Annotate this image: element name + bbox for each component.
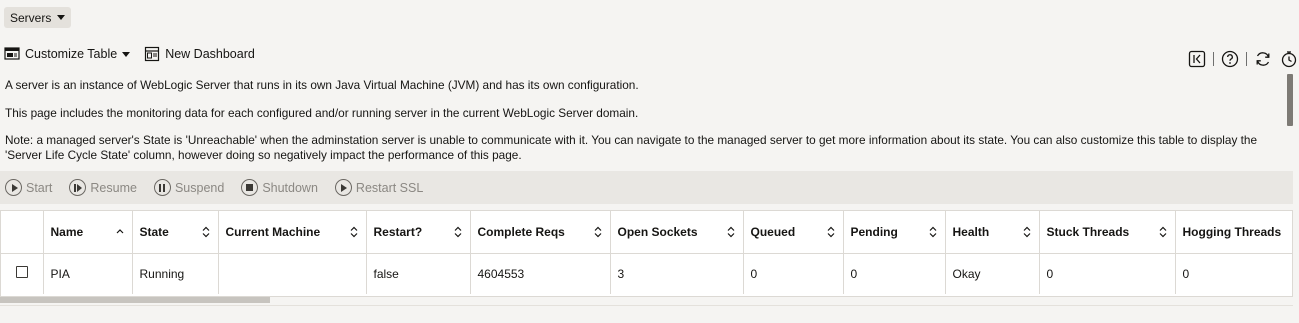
- suspend-label: Suspend: [174, 180, 225, 195]
- column-header-state[interactable]: State: [132, 211, 219, 254]
- suspend-button[interactable]: Suspend: [153, 179, 225, 196]
- refresh-icon[interactable]: [1253, 49, 1273, 69]
- sort-icon: [929, 226, 936, 238]
- column-header-complete-reqs[interactable]: Complete Reqs: [470, 211, 611, 254]
- column-label: Pending: [850, 224, 898, 239]
- row-checkbox[interactable]: [16, 266, 28, 279]
- shutdown-button[interactable]: Shutdown: [241, 179, 318, 196]
- cell-open-sockets: 3: [610, 253, 744, 294]
- customize-table-label: Customize Table: [25, 47, 118, 61]
- column-label: Name: [50, 224, 84, 239]
- restart-ssl-button[interactable]: Restart SSL: [334, 179, 424, 196]
- column-header-pending[interactable]: Pending: [843, 211, 946, 254]
- pause-icon: [153, 179, 171, 196]
- divider: [0, 305, 1293, 306]
- start-label: Start: [26, 180, 53, 195]
- auto-refresh-timer-icon[interactable]: [1279, 49, 1299, 69]
- servers-breadcrumb-dropdown[interactable]: Servers: [4, 7, 72, 28]
- cell-current-machine: [218, 253, 367, 294]
- column-label: Restart?: [373, 224, 423, 239]
- chevron-down-icon: [57, 15, 66, 20]
- sort-icon: [1159, 226, 1166, 238]
- resume-icon: [69, 179, 87, 196]
- column-header-hogging-threads[interactable]: Hogging Threads: [1175, 211, 1292, 254]
- horizontal-scrollbar[interactable]: [0, 297, 270, 303]
- breadcrumb-label: Servers: [10, 10, 52, 25]
- play-icon: [5, 179, 22, 196]
- new-dashboard-label: New Dashboard: [165, 47, 255, 61]
- cell-restart: false: [366, 253, 471, 294]
- cell-complete-reqs: 4604553: [470, 253, 611, 294]
- sort-icon: [350, 226, 357, 238]
- select-all-header: [1, 211, 44, 254]
- page-tools: [1187, 49, 1299, 69]
- servers-table: Name State Current Machine Restart? Comp…: [0, 210, 1293, 297]
- column-label: Health: [952, 224, 990, 239]
- column-label: State: [139, 224, 169, 239]
- cell-queued: 0: [743, 253, 844, 294]
- table-toolbar: Customize Table New Dashboard: [4, 45, 255, 63]
- start-button[interactable]: Start: [5, 179, 52, 196]
- stop-icon: [241, 179, 259, 196]
- shutdown-label: Shutdown: [262, 180, 318, 195]
- column-label: Current Machine: [225, 224, 321, 239]
- cell-health: Okay: [945, 253, 1040, 294]
- column-header-name[interactable]: Name: [43, 211, 133, 254]
- new-dashboard-button[interactable]: New Dashboard: [144, 46, 255, 62]
- table-header-row: Name State Current Machine Restart? Comp…: [1, 211, 1292, 254]
- column-label: Complete Reqs: [477, 224, 565, 239]
- column-header-current-machine[interactable]: Current Machine: [218, 211, 367, 254]
- server-actions-bar: Start Resume Suspend Shutdown Restart SS…: [0, 171, 1293, 204]
- description-monitoring: This page includes the monitoring data f…: [5, 106, 639, 120]
- column-header-restart[interactable]: Restart?: [366, 211, 471, 254]
- description-intro: A server is an instance of WebLogic Serv…: [5, 78, 639, 92]
- table-row[interactable]: PIA Running false 4604553 3 0 0 Okay 0 0: [1, 253, 1292, 294]
- divider: [1213, 52, 1214, 66]
- sort-icon: [594, 226, 601, 238]
- column-label: Hogging Threads: [1182, 224, 1282, 239]
- cell-name: PIA: [43, 253, 133, 294]
- column-header-queued[interactable]: Queued: [743, 211, 844, 254]
- column-header-health[interactable]: Health: [945, 211, 1040, 254]
- customize-table-icon: [4, 47, 20, 60]
- chevron-down-icon: [122, 51, 131, 57]
- restart-ssl-label: Restart SSL: [355, 180, 424, 195]
- divider: [1246, 52, 1247, 66]
- sort-icon: [202, 226, 209, 238]
- column-label: Open Sockets: [617, 224, 698, 239]
- sort-icon: [1023, 226, 1030, 238]
- cell-state: Running: [132, 253, 219, 294]
- column-header-open-sockets[interactable]: Open Sockets: [610, 211, 744, 254]
- dashboard-icon: [145, 46, 160, 62]
- customize-table-button[interactable]: Customize Table: [4, 46, 131, 62]
- restart-ssl-icon: [334, 179, 352, 196]
- column-label: Queued: [750, 224, 796, 239]
- collapse-panel-icon[interactable]: [1187, 49, 1207, 69]
- cell-pending: 0: [843, 253, 946, 294]
- cell-hogging-threads: 0: [1175, 253, 1292, 294]
- column-label: Stuck Threads: [1046, 224, 1130, 239]
- sort-icon: [827, 226, 834, 238]
- sort-ascending-icon: [116, 229, 123, 234]
- resume-button[interactable]: Resume: [69, 179, 137, 196]
- column-header-stuck-threads[interactable]: Stuck Threads: [1039, 211, 1176, 254]
- sort-icon: [454, 226, 461, 238]
- row-select-cell: [1, 253, 44, 294]
- sort-icon: [727, 226, 734, 238]
- cell-stuck-threads: 0: [1039, 253, 1176, 294]
- description-note: Note: a managed server's State is 'Unrea…: [5, 133, 1258, 162]
- help-icon[interactable]: [1220, 49, 1240, 69]
- resume-label: Resume: [90, 180, 137, 195]
- vertical-scrollbar[interactable]: [1287, 74, 1293, 126]
